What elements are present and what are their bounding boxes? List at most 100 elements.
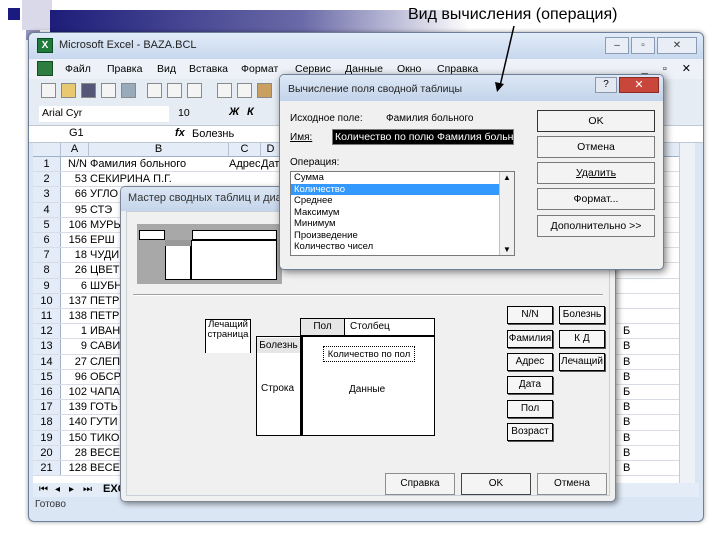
- operation-option[interactable]: Произведение: [291, 230, 499, 242]
- print-preview-icon[interactable]: [167, 83, 182, 98]
- delete-button[interactable]: Удалить: [537, 162, 655, 184]
- row-number[interactable]: 4: [33, 202, 61, 217]
- row-number[interactable]: 3: [33, 187, 61, 202]
- font-name-select[interactable]: Arial Cyr: [39, 106, 169, 122]
- row-number[interactable]: 21: [33, 461, 61, 476]
- name-box[interactable]: G1: [39, 127, 135, 142]
- insert-function-icon[interactable]: fx: [175, 127, 185, 139]
- cell[interactable]: 137: [61, 294, 87, 308]
- name-input[interactable]: Количество по полю Фамилия больного: [332, 129, 514, 145]
- vertical-scrollbar[interactable]: [679, 143, 695, 483]
- spelling-icon[interactable]: [187, 83, 202, 98]
- cell[interactable]: 26: [61, 263, 87, 277]
- menu-edit[interactable]: Правка: [107, 63, 142, 75]
- cell[interactable]: 53: [61, 172, 87, 186]
- cell[interactable]: 6: [61, 279, 87, 293]
- permission-icon[interactable]: [101, 83, 116, 98]
- column-header[interactable]: D: [261, 143, 281, 157]
- operation-option[interactable]: Количество чисел: [291, 241, 499, 253]
- operation-option[interactable]: Минимум: [291, 218, 499, 230]
- row-number[interactable]: 14: [33, 354, 61, 369]
- data-field-button[interactable]: Количество по пол: [323, 346, 415, 362]
- menu-insert[interactable]: Вставка: [189, 63, 228, 75]
- tab-nav-last-icon[interactable]: ⏭: [83, 484, 92, 495]
- cell[interactable]: В: [623, 446, 630, 460]
- cell[interactable]: Фамилия больного: [90, 157, 210, 171]
- cell[interactable]: В: [623, 431, 630, 445]
- tab-nav-next-icon[interactable]: ▸: [69, 484, 74, 495]
- cell[interactable]: Б: [623, 385, 630, 399]
- cell[interactable]: 106: [61, 218, 87, 232]
- cell[interactable]: 27: [61, 355, 87, 369]
- operation-list[interactable]: Сумма Количество Среднее Максимум Минимум Про…: [290, 171, 515, 256]
- menu-file[interactable]: Файл: [65, 63, 91, 75]
- cell[interactable]: Б: [623, 324, 630, 338]
- row-number[interactable]: 19: [33, 430, 61, 445]
- select-all-corner[interactable]: [33, 143, 61, 157]
- list-scrollbar[interactable]: ▲ ▼: [499, 172, 514, 255]
- column-header[interactable]: A: [61, 143, 89, 157]
- row-number[interactable]: 18: [33, 415, 61, 430]
- cell[interactable]: N/N: [61, 157, 87, 171]
- row-field-button[interactable]: Болезнь: [257, 338, 300, 353]
- cell[interactable]: Дат: [261, 157, 279, 171]
- cell[interactable]: В: [623, 415, 630, 429]
- paste-icon[interactable]: [257, 83, 272, 98]
- tab-nav-prev-icon[interactable]: ◂: [55, 484, 60, 495]
- field-button-vozrast[interactable]: Возраст: [507, 423, 553, 441]
- cell[interactable]: 150: [61, 431, 87, 445]
- scroll-up-icon[interactable]: ▲: [503, 173, 511, 182]
- row-number[interactable]: 7: [33, 248, 61, 263]
- operation-option[interactable]: Среднее: [291, 195, 499, 207]
- cell[interactable]: 138: [61, 309, 87, 323]
- cell[interactable]: 95: [61, 203, 87, 217]
- cell[interactable]: В: [623, 400, 630, 414]
- cell[interactable]: 18: [61, 248, 87, 262]
- menu-format[interactable]: Формат: [241, 63, 278, 75]
- cell[interactable]: 1: [61, 324, 87, 338]
- field-button-nn[interactable]: N/N: [507, 306, 553, 324]
- cancel-button[interactable]: Отмена: [537, 473, 607, 495]
- save-icon[interactable]: [81, 83, 96, 98]
- row-number[interactable]: 10: [33, 293, 61, 308]
- ok-button[interactable]: OK: [461, 473, 531, 495]
- font-size-select[interactable]: 10: [175, 106, 215, 122]
- help-icon[interactable]: ?: [595, 77, 617, 93]
- row-number[interactable]: 6: [33, 233, 61, 248]
- field-button-familiya[interactable]: Фамилия: [507, 330, 553, 348]
- row-number[interactable]: 1: [33, 157, 61, 172]
- column-field-button[interactable]: Пол: [301, 319, 345, 335]
- menu-view[interactable]: Вид: [157, 63, 176, 75]
- row-number[interactable]: 12: [33, 324, 61, 339]
- row-number[interactable]: 13: [33, 339, 61, 354]
- row-number[interactable]: 15: [33, 369, 61, 384]
- row-number[interactable]: 20: [33, 445, 61, 460]
- print-icon[interactable]: [147, 83, 162, 98]
- cell[interactable]: 9: [61, 339, 87, 353]
- cell[interactable]: 128: [61, 461, 87, 475]
- formula-input[interactable]: Болезнь: [192, 128, 234, 140]
- cell[interactable]: 102: [61, 385, 87, 399]
- cell[interactable]: В: [623, 355, 630, 369]
- cell[interactable]: 66: [61, 187, 87, 201]
- cell[interactable]: 156: [61, 233, 87, 247]
- cell[interactable]: 96: [61, 370, 87, 384]
- email-icon[interactable]: [121, 83, 136, 98]
- operation-option[interactable]: Максимум: [291, 207, 499, 219]
- new-icon[interactable]: [41, 83, 56, 98]
- cell[interactable]: СЕКИРИНА П.Г.: [90, 172, 210, 186]
- cut-icon[interactable]: [217, 83, 232, 98]
- workbook-icon[interactable]: [37, 61, 53, 76]
- field-button-bolezn[interactable]: Болезнь: [559, 306, 605, 324]
- open-icon[interactable]: [61, 83, 76, 98]
- cell[interactable]: В: [623, 461, 630, 475]
- restore-button[interactable]: ▫: [631, 37, 655, 54]
- cell[interactable]: 28: [61, 446, 87, 460]
- format-button[interactable]: Формат...: [537, 188, 655, 210]
- more-options-button[interactable]: Дополнительно >>: [537, 215, 655, 237]
- row-number[interactable]: 17: [33, 400, 61, 415]
- cell[interactable]: 140: [61, 415, 87, 429]
- cell[interactable]: В: [623, 339, 630, 353]
- row-number[interactable]: 9: [33, 278, 61, 293]
- italic-button[interactable]: К: [247, 106, 254, 118]
